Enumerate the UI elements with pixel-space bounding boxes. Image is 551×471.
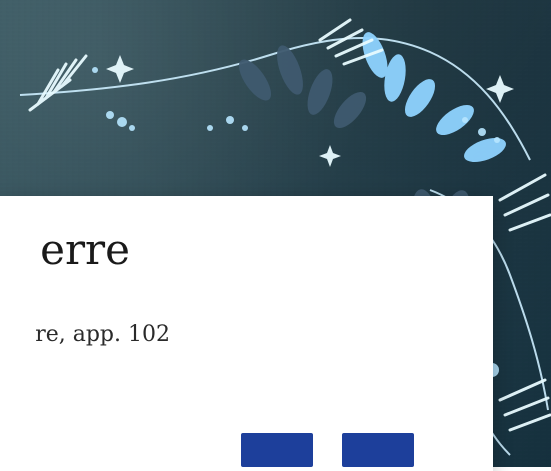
primary-button-1[interactable]: [241, 433, 313, 467]
primary-button-2[interactable]: [342, 433, 414, 467]
card-subtitle: re, app. 102: [35, 322, 170, 347]
card-title: erre: [40, 226, 130, 274]
